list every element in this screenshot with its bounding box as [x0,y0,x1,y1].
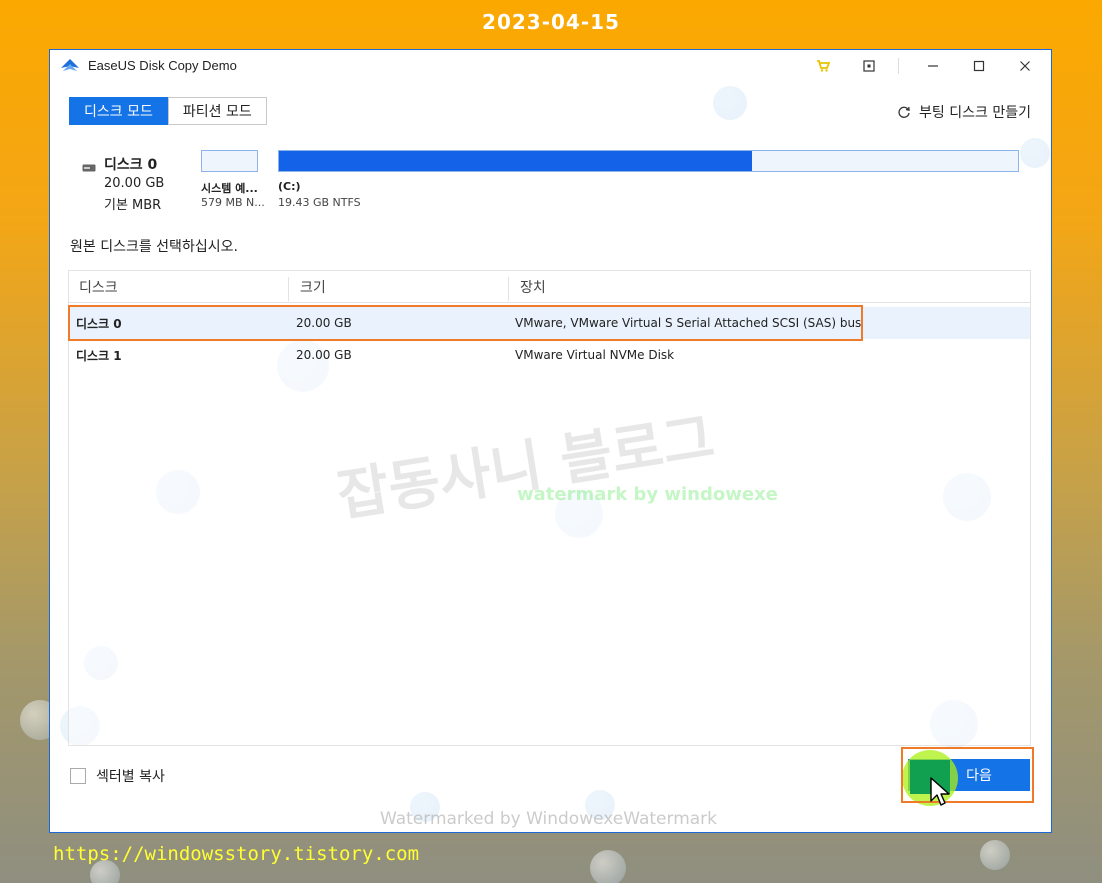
column-header-disk[interactable]: 디스크 [69,271,118,303]
create-boot-disk-link[interactable]: 부팅 디스크 만들기 [897,102,1031,122]
disk-table: 디스크 크기 장치 디스크 0 20.00 GB VMware, VMware … [68,270,1031,746]
title-bar: EaseUS Disk Copy Demo [50,50,1051,81]
row-disk-size: 20.00 GB [296,348,352,362]
partition-bar-c[interactable] [278,150,1019,172]
refresh-icon [898,106,910,118]
row-disk-size: 20.00 GB [296,316,352,330]
box-icon [863,59,875,72]
titlebar-divider [898,58,899,74]
date-header: 2023-04-15 [482,10,620,34]
sector-copy-label: 섹터별 복사 [96,769,165,785]
feedback-button[interactable] [846,50,892,81]
tab-partition-mode[interactable]: 파티션 모드 [167,97,267,125]
instruction-text: 원본 디스크를 선택하십시오. [70,239,238,255]
partition-bar-system[interactable] [201,150,258,172]
row-disk-device: VMware, VMware Virtual S Serial Attached… [515,316,862,330]
boot-disk-label: 부팅 디스크 만들기 [919,105,1031,121]
row-disk-device: VMware Virtual NVMe Disk [515,348,675,362]
disk-summary-type: 기본 MBR [104,198,162,213]
close-button[interactable] [1002,50,1048,81]
partition-label-system: 시스템 예... [201,182,258,195]
partition-detail-c: 19.43 GB NTFS [278,196,361,209]
partition-label-c: (C:) [278,180,301,193]
watermark-bottom: Watermarked by WindowexeWatermark [380,809,718,829]
column-separator [508,277,509,301]
mode-tabs: 디스크 모드 파티션 모드 [69,97,267,125]
hard-drive-icon [82,164,96,172]
sector-copy-checkbox[interactable] [70,768,86,784]
disk-summary-size: 20.00 GB [104,176,165,191]
column-header-size[interactable]: 크기 [290,271,326,303]
maximize-icon [973,60,985,71]
table-row-disk-1[interactable]: 디스크 1 20.00 GB VMware Virtual NVMe Disk [69,339,1030,371]
sector-copy-option[interactable]: 섹터별 복사 [70,766,165,786]
window-title: EaseUS Disk Copy Demo [88,58,237,73]
cart-button[interactable] [800,50,846,81]
column-header-device[interactable]: 장치 [510,271,546,303]
footer-url[interactable]: https://windowsstory.tistory.com [53,843,419,865]
easeus-logo-icon [61,59,79,71]
disk-summary-name: 디스크 0 [104,157,158,173]
tab-disk-mode[interactable]: 디스크 모드 [69,97,168,125]
maximize-button[interactable] [956,50,1002,81]
table-row-disk-0[interactable]: 디스크 0 20.00 GB VMware, VMware Virtual S … [69,307,1030,339]
app-window: EaseUS Disk Copy Demo 디스크 모드 파티션 모드 부팅 디… [49,49,1052,833]
minimize-icon [928,64,938,67]
close-icon [1020,60,1030,71]
minimize-button[interactable] [910,50,956,81]
table-header: 디스크 크기 장치 [69,271,1030,303]
partition-detail-system: 579 MB N... [201,196,265,209]
column-separator [288,277,289,301]
row-disk-name: 디스크 0 [76,316,122,331]
cart-icon [817,59,830,72]
partition-fill-c [279,151,752,171]
row-disk-name: 디스크 1 [76,348,122,363]
next-highlight-box [901,747,1034,803]
